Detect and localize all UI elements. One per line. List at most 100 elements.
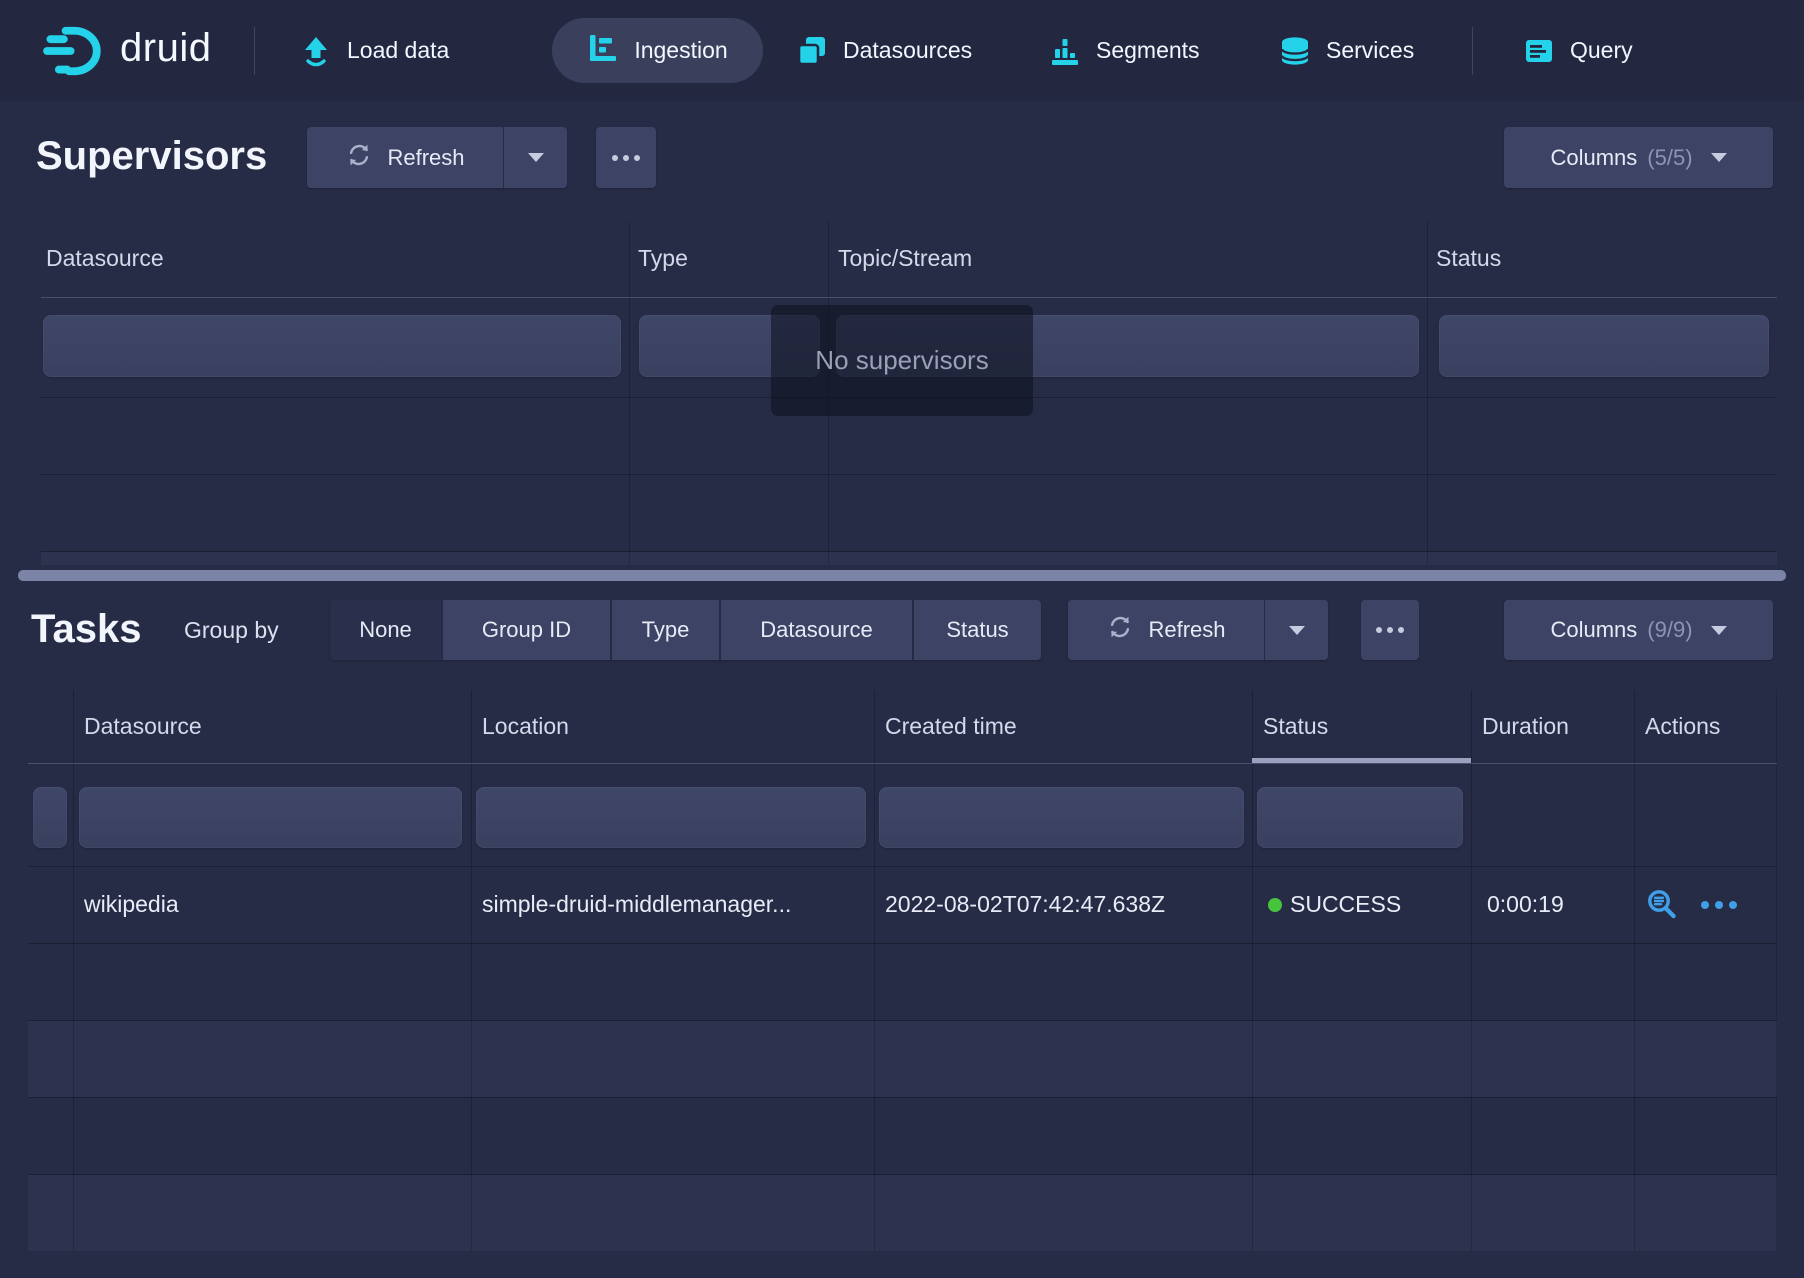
task-filter-location[interactable] <box>476 787 866 848</box>
tasks-more-button[interactable] <box>1361 600 1419 660</box>
nav-datasources-label: Datasources <box>843 37 972 64</box>
tasks-table: Datasource Location Created time Status … <box>28 690 1777 1251</box>
supervisors-refresh-group: Refresh <box>307 127 567 188</box>
row-divider <box>41 474 1777 475</box>
tasks-columns-button[interactable]: Columns (9/9) <box>1504 600 1773 660</box>
header-divider <box>28 763 1777 764</box>
empty-state-overlay: No supervisors <box>771 305 1033 416</box>
nav-load-data[interactable]: Load data <box>300 0 449 101</box>
chevron-down-icon <box>1711 153 1727 162</box>
sup-col-header-status[interactable]: Status <box>1436 222 1501 295</box>
column-divider <box>874 690 875 1251</box>
column-divider <box>1634 690 1635 1251</box>
sup-filter-datasource[interactable] <box>43 315 621 377</box>
ingestion-chart-icon <box>587 32 619 70</box>
nav-query[interactable]: Query <box>1523 0 1633 101</box>
group-by-type-button[interactable]: Type <box>612 600 719 660</box>
tasks-columns-label: Columns <box>1550 617 1637 643</box>
row-stripe <box>28 1175 1777 1251</box>
task-actions-menu-icon[interactable] <box>1701 901 1737 909</box>
task-col-header-datasource[interactable]: Datasource <box>84 690 202 763</box>
refresh-icon <box>345 141 373 175</box>
navbar-divider <box>254 27 255 75</box>
task-created-time-cell: 2022-08-02T07:42:47.638Z <box>885 866 1165 943</box>
group-by-segmented-control: None Group ID Type Datasource Status <box>330 600 1041 660</box>
column-divider <box>629 222 630 565</box>
supervisors-columns-label: Columns <box>1550 145 1637 171</box>
task-detail-magnifier-icon[interactable] <box>1645 888 1679 922</box>
nav-segments[interactable]: Segments <box>1049 0 1200 101</box>
column-divider <box>73 690 74 1251</box>
task-col-header-duration[interactable]: Duration <box>1482 690 1569 763</box>
sup-col-header-type[interactable]: Type <box>638 222 688 295</box>
empty-state-message: No supervisors <box>815 345 988 376</box>
group-by-none-button[interactable]: None <box>330 600 441 660</box>
status-badge: SUCCESS <box>1290 866 1401 943</box>
column-divider <box>471 690 472 1251</box>
query-document-icon <box>1523 35 1555 67</box>
tasks-refresh-label: Refresh <box>1148 617 1225 643</box>
supervisors-more-button[interactable] <box>596 127 656 188</box>
druid-logo-text[interactable]: druid <box>120 26 211 71</box>
tasks-refresh-button[interactable]: Refresh <box>1068 600 1264 660</box>
services-database-icon <box>1279 35 1311 67</box>
task-filter-created-time[interactable] <box>879 787 1244 848</box>
row-stripe <box>28 1021 1777 1097</box>
task-status-cell: SUCCESS <box>1268 866 1401 943</box>
chevron-down-icon <box>1711 626 1727 635</box>
nav-services-label: Services <box>1326 37 1414 64</box>
supervisors-refresh-label: Refresh <box>387 145 464 171</box>
druid-logo-icon[interactable] <box>38 24 110 78</box>
task-col-header-created-time[interactable]: Created time <box>885 690 1017 763</box>
nav-load-data-label: Load data <box>347 37 449 64</box>
row-divider <box>28 943 1777 944</box>
success-status-dot-icon <box>1268 898 1282 912</box>
datasources-layers-icon <box>796 35 828 67</box>
supervisors-columns-button[interactable]: Columns (5/5) <box>1504 127 1773 188</box>
more-dots-icon <box>612 155 640 161</box>
tasks-refresh-caret-button[interactable] <box>1265 600 1328 660</box>
sup-col-header-datasource[interactable]: Datasource <box>46 222 164 295</box>
group-by-datasource-button[interactable]: Datasource <box>721 600 912 660</box>
chevron-down-icon <box>1289 626 1305 635</box>
nav-query-label: Query <box>1570 37 1633 64</box>
chevron-down-icon <box>528 153 544 162</box>
task-filter-datasource[interactable] <box>79 787 462 848</box>
supervisors-refresh-button[interactable]: Refresh <box>307 127 503 188</box>
navbar-divider <box>1472 27 1473 75</box>
supervisors-refresh-caret-button[interactable] <box>504 127 567 188</box>
group-by-group-id-button[interactable]: Group ID <box>443 600 610 660</box>
task-col-header-actions[interactable]: Actions <box>1645 690 1720 763</box>
druid-console: druid Load data Ingestion <box>0 0 1804 1278</box>
tasks-title: Tasks <box>31 607 141 652</box>
refresh-icon <box>1106 613 1134 647</box>
row-divider <box>28 1097 1777 1098</box>
horizontal-scrollbar[interactable] <box>18 570 1786 581</box>
column-divider <box>1471 690 1472 1251</box>
task-col-header-status[interactable]: Status <box>1263 690 1328 763</box>
task-col-header-location[interactable]: Location <box>482 690 569 763</box>
task-filter-task-id[interactable] <box>33 787 67 848</box>
group-by-status-button[interactable]: Status <box>914 600 1041 660</box>
task-filter-status[interactable] <box>1257 787 1463 848</box>
sup-filter-status[interactable] <box>1439 315 1769 377</box>
upload-icon <box>300 35 332 67</box>
task-actions-cell <box>1645 866 1737 943</box>
nav-segments-label: Segments <box>1096 37 1200 64</box>
segments-barchart-icon <box>1049 35 1081 67</box>
task-duration-cell: 0:00:19 <box>1487 866 1564 943</box>
nav-ingestion[interactable]: Ingestion <box>552 18 763 83</box>
column-divider <box>1427 222 1428 565</box>
more-dots-icon <box>1376 627 1404 633</box>
task-location-cell: simple-druid-middlemanager... <box>482 866 867 943</box>
sup-col-header-topic-stream[interactable]: Topic/Stream <box>838 222 972 295</box>
row-stripe <box>41 552 1777 565</box>
nav-ingestion-label: Ingestion <box>634 37 727 64</box>
status-sort-indicator <box>1252 758 1471 763</box>
top-navbar: druid Load data Ingestion <box>0 0 1804 101</box>
supervisors-title: Supervisors <box>36 134 267 179</box>
nav-datasources[interactable]: Datasources <box>796 0 972 101</box>
task-datasource-cell: wikipedia <box>84 866 179 943</box>
tasks-refresh-group: Refresh <box>1068 600 1328 660</box>
nav-services[interactable]: Services <box>1279 0 1414 101</box>
